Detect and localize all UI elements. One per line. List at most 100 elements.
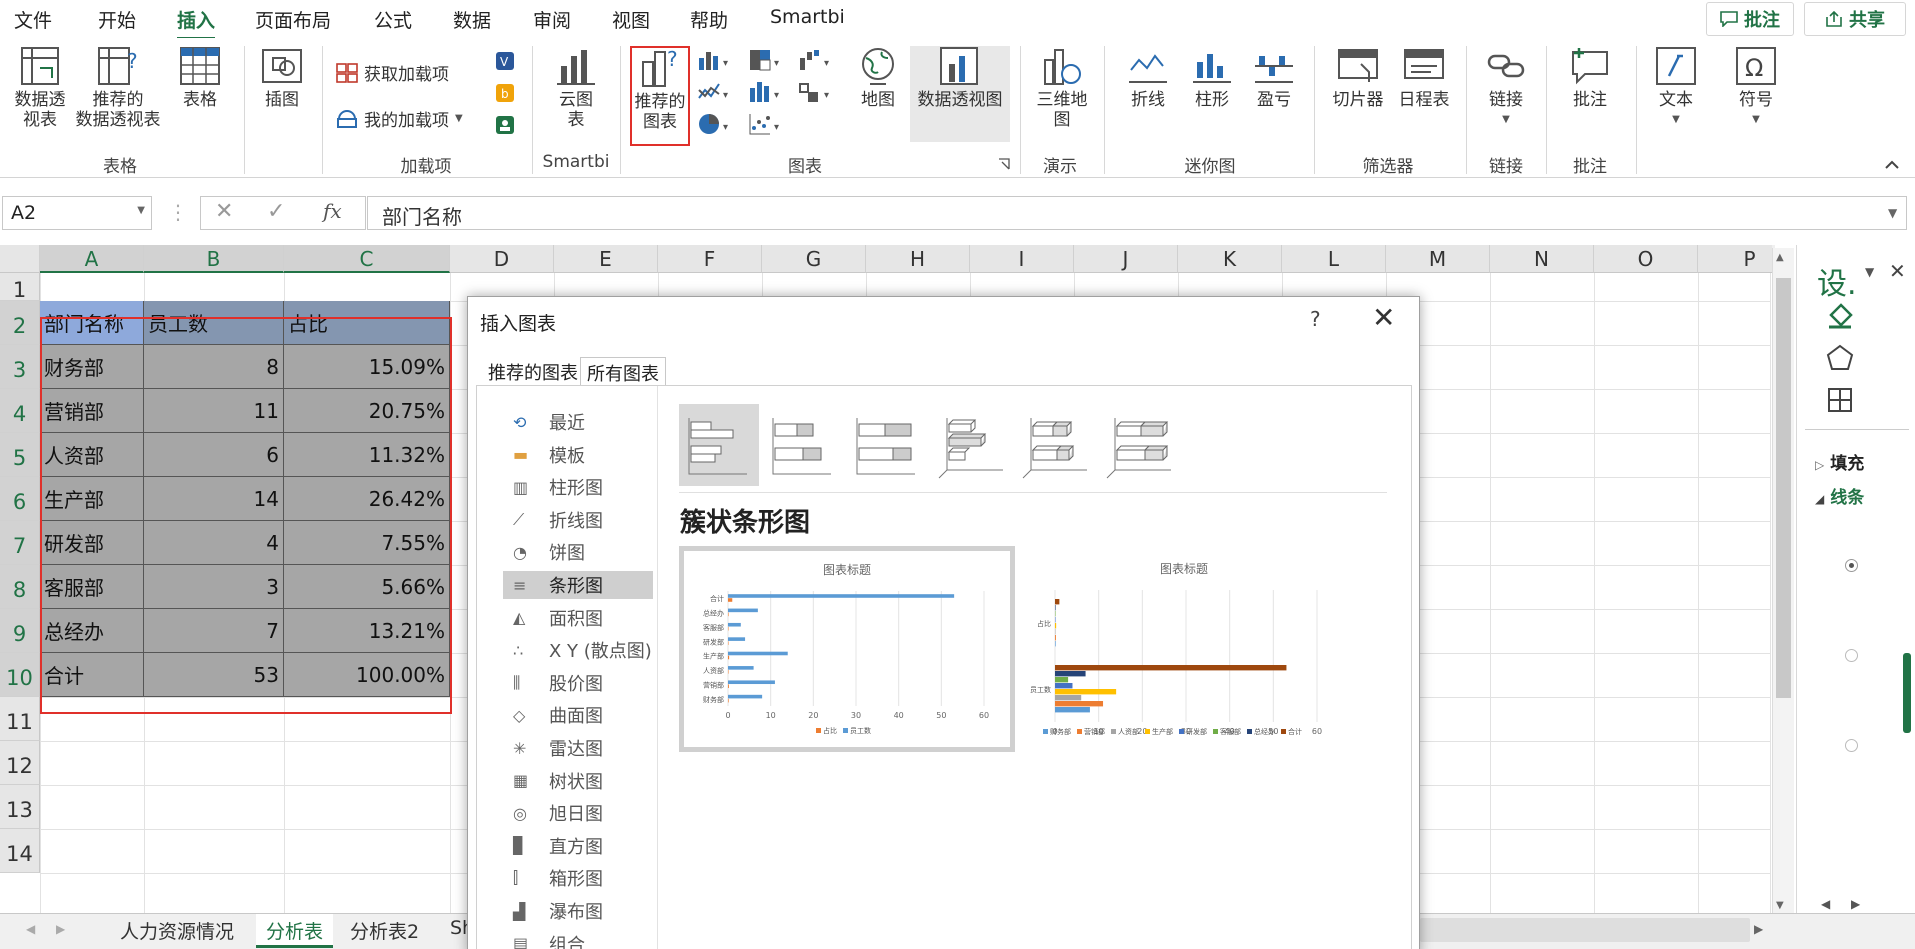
select-all-corner[interactable] — [0, 245, 40, 273]
column-header[interactable]: F — [658, 245, 762, 273]
cell[interactable]: 员工数 — [144, 301, 284, 345]
scroll-down-icon[interactable]: ▼ — [1776, 900, 1784, 911]
row-header[interactable]: 1 — [0, 273, 40, 302]
prev-sheet-icon[interactable]: ◀ — [26, 922, 35, 936]
sheet-tab-active[interactable]: 分析表 — [256, 914, 334, 948]
row-header[interactable]: 2 — [0, 301, 40, 345]
radio-option[interactable] — [1845, 739, 1858, 752]
row-header[interactable]: 10 — [0, 653, 40, 697]
scroll-up-icon[interactable]: ▲ — [1776, 252, 1784, 263]
cell[interactable]: 人资部 — [40, 433, 144, 477]
menu-smartbi[interactable]: Smartbi — [770, 6, 845, 28]
cell[interactable]: 7.55% — [284, 521, 450, 565]
hierarchy-chart-icon[interactable]: ▾ — [748, 48, 784, 72]
line-section[interactable]: ◢ 线条 — [1815, 483, 1864, 508]
name-box[interactable]: A2 ▼ — [2, 196, 152, 230]
column-header[interactable]: G — [762, 245, 866, 273]
cell[interactable]: 4 — [144, 521, 284, 565]
column-header[interactable]: K — [1178, 245, 1282, 273]
pie-chart-icon[interactable]: ▾ — [697, 112, 733, 136]
fill-section[interactable]: ▷ 填充 — [1815, 449, 1864, 474]
help-button[interactable]: ? — [1310, 307, 1321, 331]
menu-data[interactable]: 数据 — [453, 6, 491, 33]
cell[interactable]: 3 — [144, 565, 284, 609]
column-header[interactable]: H — [866, 245, 970, 273]
cell[interactable]: 6 — [144, 433, 284, 477]
cell[interactable]: 13.21% — [284, 609, 450, 653]
chart-preview-1[interactable]: 图表标题 0 10 20 30 40 50 60 财务部 营销部 人资部 生产部 研发部 客服部 总经办合… — [679, 546, 1015, 752]
cell[interactable]: 总经办 — [40, 609, 144, 653]
chart-type-item[interactable]: ▤ 组合 — [503, 930, 653, 949]
scroll-left-icon[interactable]: ◀ — [1821, 897, 1830, 911]
column-header[interactable]: J — [1074, 245, 1178, 273]
scroll-thumb[interactable] — [1776, 278, 1791, 698]
chart-type-item[interactable]: ◎ 旭日图 — [503, 799, 653, 827]
cell[interactable]: 11 — [144, 389, 284, 433]
timeline-button[interactable]: 日程表 — [1392, 46, 1456, 110]
scatter-chart-icon[interactable]: ▾ — [748, 112, 784, 136]
cell[interactable]: 53 — [144, 653, 284, 697]
chart-type-item[interactable]: ⫿ 箱形图 — [503, 864, 653, 892]
chart-type-item[interactable]: ◔ 饼图 — [503, 538, 653, 566]
column-header[interactable]: C — [284, 245, 450, 273]
chart-type-item[interactable]: ▊ 直方图 — [503, 832, 653, 860]
chart-type-item[interactable]: ⟲ 最近 — [503, 408, 653, 436]
text-button[interactable]: 文本 ▼ — [1648, 46, 1704, 130]
cell[interactable]: 研发部 — [40, 521, 144, 565]
column-header[interactable]: A — [40, 245, 144, 273]
menu-file[interactable]: 文件 — [14, 6, 52, 33]
row-header[interactable]: 3 — [0, 345, 40, 389]
cell[interactable]: 部门名称 — [40, 301, 144, 345]
insert-function-icon[interactable]: fx — [323, 199, 342, 223]
map-button[interactable]: 地图 — [856, 46, 900, 110]
bing-icon[interactable]: b — [494, 82, 516, 104]
menu-review[interactable]: 审阅 — [533, 6, 571, 33]
cell[interactable]: 20.75% — [284, 389, 450, 433]
comment-button[interactable]: 批注 — [1560, 46, 1620, 110]
column-header[interactable]: L — [1282, 245, 1386, 273]
subtype-3d-100-stacked-bar[interactable] — [1099, 404, 1179, 486]
radio-option[interactable] — [1845, 649, 1858, 662]
slicer-button[interactable]: 切片器 — [1326, 46, 1390, 110]
next-sheet-icon[interactable]: ▶ — [56, 922, 65, 936]
menu-view[interactable]: 视图 — [612, 6, 650, 33]
line-chart-icon[interactable]: ▾ — [697, 80, 733, 104]
cell[interactable]: 8 — [144, 345, 284, 389]
column-header[interactable]: D — [450, 245, 554, 273]
cell[interactable]: 11.32% — [284, 433, 450, 477]
expand-formula-icon[interactable]: ▼ — [1888, 206, 1897, 220]
subtype-stacked-bar[interactable] — [763, 404, 843, 486]
scroll-right-icon[interactable]: ▶ — [1851, 897, 1860, 911]
pivot-chart-button[interactable]: 数据透视图 — [910, 46, 1010, 142]
menu-home[interactable]: 开始 — [98, 6, 136, 33]
cell[interactable]: 100.00% — [284, 653, 450, 697]
cell[interactable]: 营销部 — [40, 389, 144, 433]
sheet-tab[interactable]: 人力资源情况 — [110, 914, 244, 948]
sparkline-column-button[interactable]: 柱形 — [1184, 46, 1240, 110]
chart-type-item[interactable]: ◭ 面积图 — [503, 604, 653, 632]
chart-type-item[interactable]: ⫼ 股价图 — [503, 669, 653, 697]
subtype-100-stacked-bar[interactable] — [847, 404, 927, 486]
pentagon-icon[interactable] — [1825, 343, 1855, 373]
cell[interactable]: 5.66% — [284, 565, 450, 609]
sparkline-line-button[interactable]: 折线 — [1120, 46, 1176, 110]
my-addins-button[interactable]: 我的加载项 ▼ — [336, 106, 463, 131]
share-button[interactable]: 共享 — [1804, 2, 1906, 36]
table-button[interactable]: 表格 — [172, 46, 228, 110]
get-addins-button[interactable]: 获取加载项 — [336, 60, 449, 85]
column-chart-icon[interactable]: ▾ — [697, 48, 733, 72]
pivot-table-button[interactable]: 数据透 视表 — [8, 46, 72, 130]
chart-preview-2[interactable]: 图表标题 0 10 20 30 40 50 60 员工数 占比 财务部 营销部 人资部 生产部 研发部 客服… — [1021, 550, 1347, 746]
cell[interactable]: 14 — [144, 477, 284, 521]
formula-input[interactable]: 部门名称 — [367, 196, 1907, 230]
chart-type-item[interactable]: ▥ 柱形图 — [503, 473, 653, 501]
comments-button[interactable]: 批注 — [1706, 2, 1794, 36]
3d-map-button[interactable]: 三维地 图 — [1032, 46, 1092, 130]
cell[interactable]: 26.42% — [284, 477, 450, 521]
subtype-3d-stacked-bar[interactable] — [1015, 404, 1095, 486]
combo-chart-icon[interactable]: ▾ — [798, 80, 834, 104]
menu-insert[interactable]: 插入 — [177, 6, 216, 40]
cell[interactable]: 生产部 — [40, 477, 144, 521]
radio-option[interactable] — [1845, 559, 1858, 572]
cloud-chart-button[interactable]: 云图 表 — [548, 46, 604, 130]
